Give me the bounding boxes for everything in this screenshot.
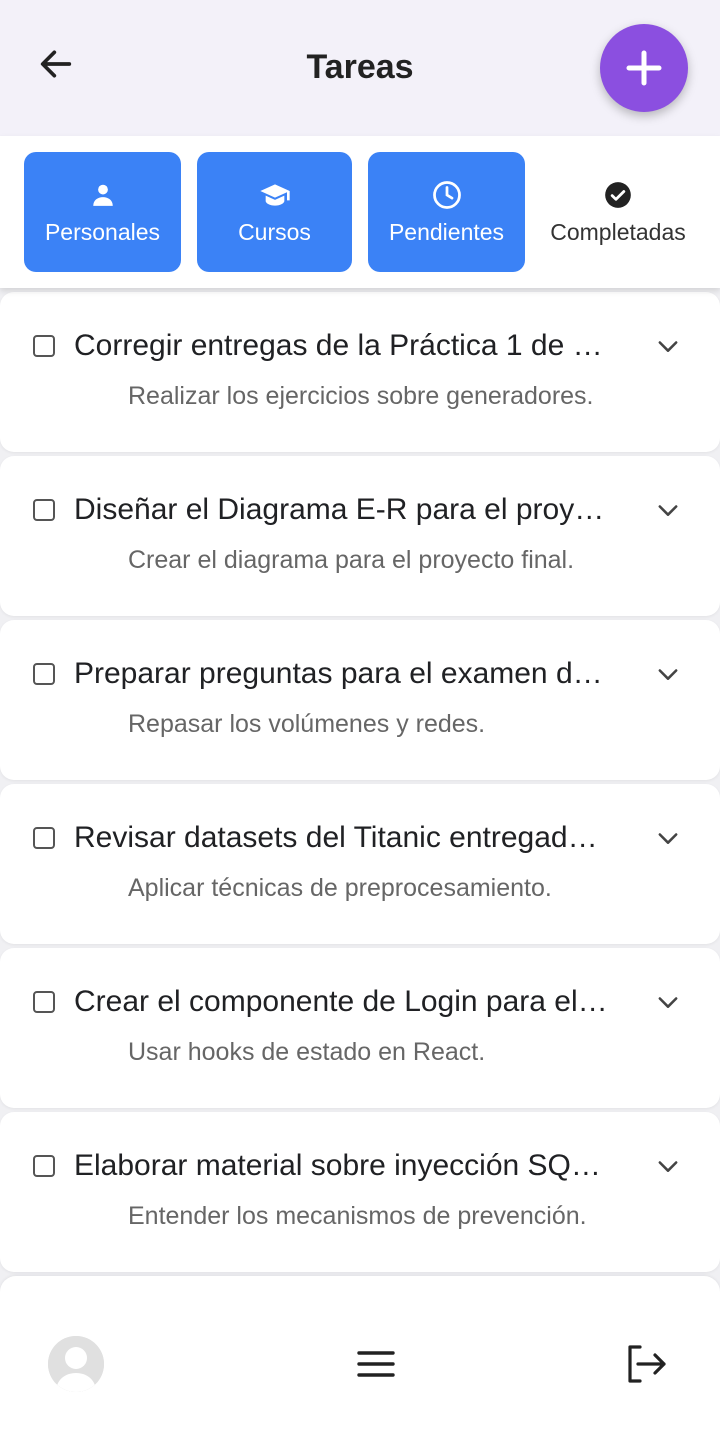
person-icon bbox=[92, 184, 113, 206]
expand-chevron[interactable] bbox=[652, 822, 684, 854]
user-avatar-icon bbox=[48, 1336, 104, 1392]
expand-chevron[interactable] bbox=[652, 494, 684, 526]
tab-label: Completadas bbox=[550, 218, 686, 245]
chevron-down-icon bbox=[658, 669, 678, 680]
menu-button[interactable] bbox=[352, 1344, 400, 1384]
check-circle-icon bbox=[605, 181, 631, 208]
task-card[interactable]: Diseñar el Diagrama E-R para el proy… Cr… bbox=[0, 456, 720, 616]
plus-icon bbox=[626, 50, 662, 86]
task-checkbox[interactable] bbox=[33, 499, 55, 521]
bottom-navigation bbox=[0, 1276, 720, 1440]
filter-tabs: Personales Cursos Pendientes Completadas bbox=[0, 136, 720, 288]
clock-icon bbox=[432, 180, 461, 209]
task-title: Preparar preguntas para el examen d… bbox=[74, 657, 603, 690]
hamburger-menu-icon bbox=[357, 1351, 395, 1377]
task-title: Revisar datasets del Titanic entregad… bbox=[74, 821, 598, 854]
chevron-down-icon bbox=[658, 1161, 678, 1172]
task-title: Diseñar el Diagrama E-R para el proy… bbox=[74, 493, 605, 526]
chevron-down-icon bbox=[658, 833, 678, 844]
logout-icon bbox=[628, 1345, 666, 1383]
task-card[interactable]: Crear el componente de Login para el… Us… bbox=[0, 948, 720, 1108]
chevron-down-icon bbox=[658, 997, 678, 1008]
task-title: Crear el componente de Login para el… bbox=[74, 985, 608, 1018]
task-checkbox[interactable] bbox=[33, 1155, 55, 1177]
task-card[interactable]: Preparar preguntas para el examen d… Rep… bbox=[0, 620, 720, 780]
profile-avatar-button[interactable] bbox=[48, 1336, 104, 1392]
logout-button[interactable] bbox=[622, 1342, 670, 1386]
task-checkbox[interactable] bbox=[33, 827, 55, 849]
task-card[interactable]: Elaborar material sobre inyección SQ… En… bbox=[0, 1112, 720, 1272]
tab-completadas[interactable]: Completadas bbox=[538, 152, 698, 272]
task-description: Entender los mecanismos de prevención. bbox=[128, 1202, 587, 1230]
task-description: Repasar los volúmenes y redes. bbox=[128, 710, 486, 738]
task-description: Aplicar técnicas de preprocesamiento. bbox=[128, 874, 552, 902]
expand-chevron[interactable] bbox=[652, 658, 684, 690]
task-card[interactable]: Corregir entregas de la Práctica 1 de … … bbox=[0, 292, 720, 452]
task-description: Crear el diagrama para el proyecto final… bbox=[128, 546, 575, 574]
expand-chevron[interactable] bbox=[652, 986, 684, 1018]
task-title: Elaborar material sobre inyección SQ… bbox=[74, 1149, 601, 1182]
task-card[interactable]: Revisar datasets del Titanic entregad… A… bbox=[0, 784, 720, 944]
tab-personales[interactable]: Personales bbox=[24, 152, 181, 272]
tab-pendientes[interactable]: Pendientes bbox=[368, 152, 525, 272]
task-checkbox[interactable] bbox=[33, 663, 55, 685]
tab-label: Pendientes bbox=[388, 218, 505, 245]
task-checkbox[interactable] bbox=[33, 335, 55, 357]
app-header: Tareas bbox=[0, 0, 720, 136]
task-title: Corregir entregas de la Práctica 1 de … bbox=[74, 329, 603, 362]
graduation-cap-icon bbox=[259, 183, 290, 206]
tab-label: Personales bbox=[44, 218, 161, 245]
task-description: Realizar los ejercicios sobre generadore… bbox=[128, 382, 594, 410]
task-description: Usar hooks de estado en React. bbox=[128, 1038, 486, 1066]
expand-chevron[interactable] bbox=[652, 330, 684, 362]
tab-label: Cursos bbox=[238, 218, 311, 245]
expand-chevron[interactable] bbox=[652, 1150, 684, 1182]
chevron-down-icon bbox=[658, 341, 678, 352]
tab-cursos[interactable]: Cursos bbox=[197, 152, 352, 272]
task-checkbox[interactable] bbox=[33, 991, 55, 1013]
add-task-button[interactable] bbox=[600, 24, 688, 112]
chevron-down-icon bbox=[658, 505, 678, 516]
